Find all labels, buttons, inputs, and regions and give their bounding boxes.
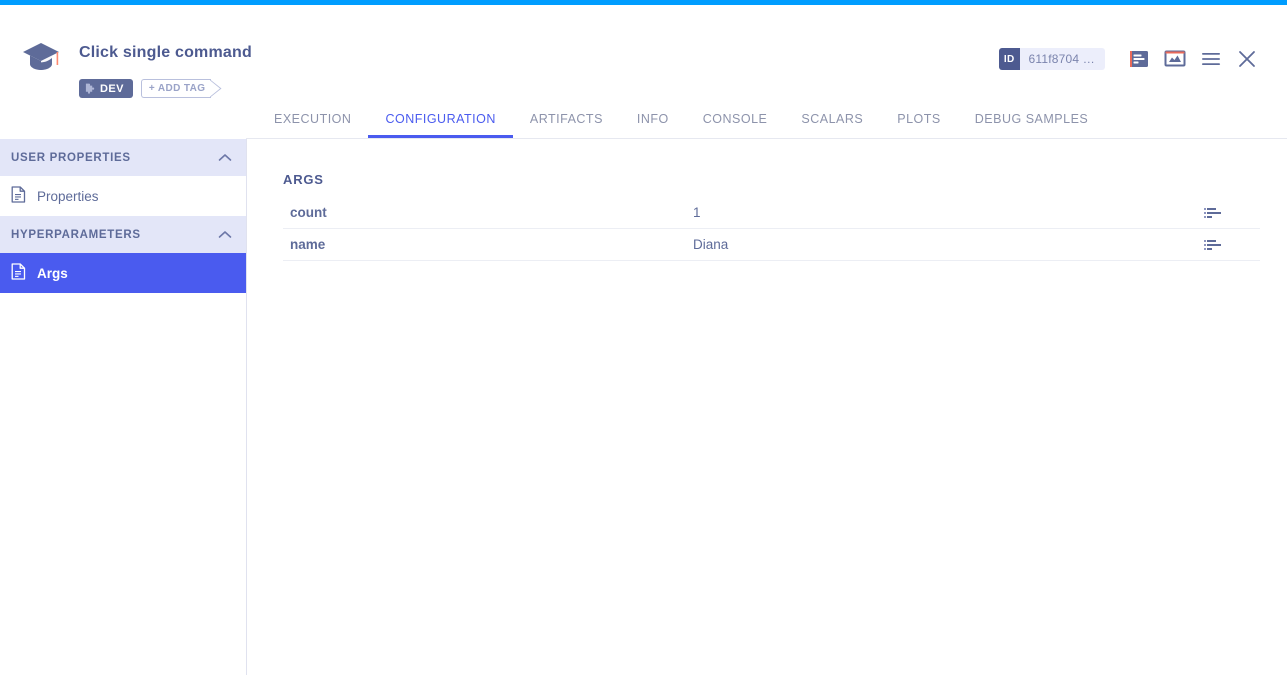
document-icon: [11, 263, 26, 283]
tab-execution[interactable]: EXECUTION: [257, 100, 368, 138]
tab-artifacts[interactable]: ARTIFACTS: [513, 100, 620, 138]
document-icon: [11, 186, 26, 206]
page-title: Click single command: [79, 44, 252, 62]
tab-plots[interactable]: PLOTS: [880, 100, 958, 138]
id-badge-key: ID: [999, 48, 1020, 70]
id-badge-value: 611f8704 …: [1020, 52, 1106, 66]
sidebar-section-label: HYPERPARAMETERS: [11, 229, 141, 241]
header: Click single command DEV + ADD TAG ID 61…: [0, 5, 1287, 100]
bars-icon[interactable]: [1200, 206, 1260, 220]
add-tag-button[interactable]: + ADD TAG: [141, 79, 222, 98]
app-window: COMPLETED Click single command DEV: [0, 0, 1287, 675]
header-actions: ID 611f8704 …: [999, 41, 1265, 77]
tab-info[interactable]: INFO: [620, 100, 686, 138]
sidebar-item-label: Args: [37, 266, 68, 281]
table-row: count 1: [283, 197, 1260, 229]
add-tag-arrow: [211, 79, 222, 98]
main-content: ARGS count 1 name Dia: [247, 139, 1287, 675]
graduation-cap-icon: [20, 35, 62, 77]
hamburger-menu-icon[interactable]: [1193, 41, 1229, 77]
args-value: Diana: [693, 237, 1200, 252]
sidebar-section-user-properties[interactable]: USER PROPERTIES: [0, 139, 246, 176]
sidebar-item-args[interactable]: Args: [0, 253, 246, 293]
sidebar-item-label: Properties: [37, 189, 99, 204]
close-icon[interactable]: [1229, 41, 1265, 77]
tab-debug-samples[interactable]: DEBUG SAMPLES: [958, 100, 1105, 138]
table-row: name Diana: [283, 229, 1260, 261]
puzzle-piece-icon: [85, 83, 96, 94]
id-badge[interactable]: ID 611f8704 …: [999, 48, 1105, 70]
args-value: 1: [693, 205, 1200, 220]
sidebar-item-properties[interactable]: Properties: [0, 176, 246, 216]
tag-dev-label: DEV: [100, 83, 124, 95]
section-title-args: ARGS: [283, 172, 324, 187]
bars-icon[interactable]: [1200, 238, 1260, 252]
log-icon[interactable]: [1121, 41, 1157, 77]
tab-scalars[interactable]: SCALARS: [784, 100, 880, 138]
chevron-up-icon: [218, 149, 232, 167]
tag-dev[interactable]: DEV: [79, 79, 133, 98]
plot-image-icon[interactable]: [1157, 41, 1193, 77]
tab-configuration[interactable]: CONFIGURATION: [368, 100, 512, 138]
args-key: name: [283, 237, 693, 252]
tab-bar: EXECUTION CONFIGURATION ARTIFACTS INFO C…: [246, 100, 1287, 139]
tab-console[interactable]: CONSOLE: [686, 100, 785, 138]
sidebar-section-hyperparameters[interactable]: HYPERPARAMETERS: [0, 216, 246, 253]
tag-list: DEV + ADD TAG: [79, 79, 222, 98]
add-tag-label: + ADD TAG: [141, 79, 211, 98]
chevron-up-icon: [218, 226, 232, 244]
sidebar-section-label: USER PROPERTIES: [11, 152, 131, 164]
sidebar: USER PROPERTIES Properties HYPERPARAMETE…: [0, 139, 247, 675]
args-table: count 1 name Diana: [283, 197, 1260, 261]
args-key: count: [283, 205, 693, 220]
